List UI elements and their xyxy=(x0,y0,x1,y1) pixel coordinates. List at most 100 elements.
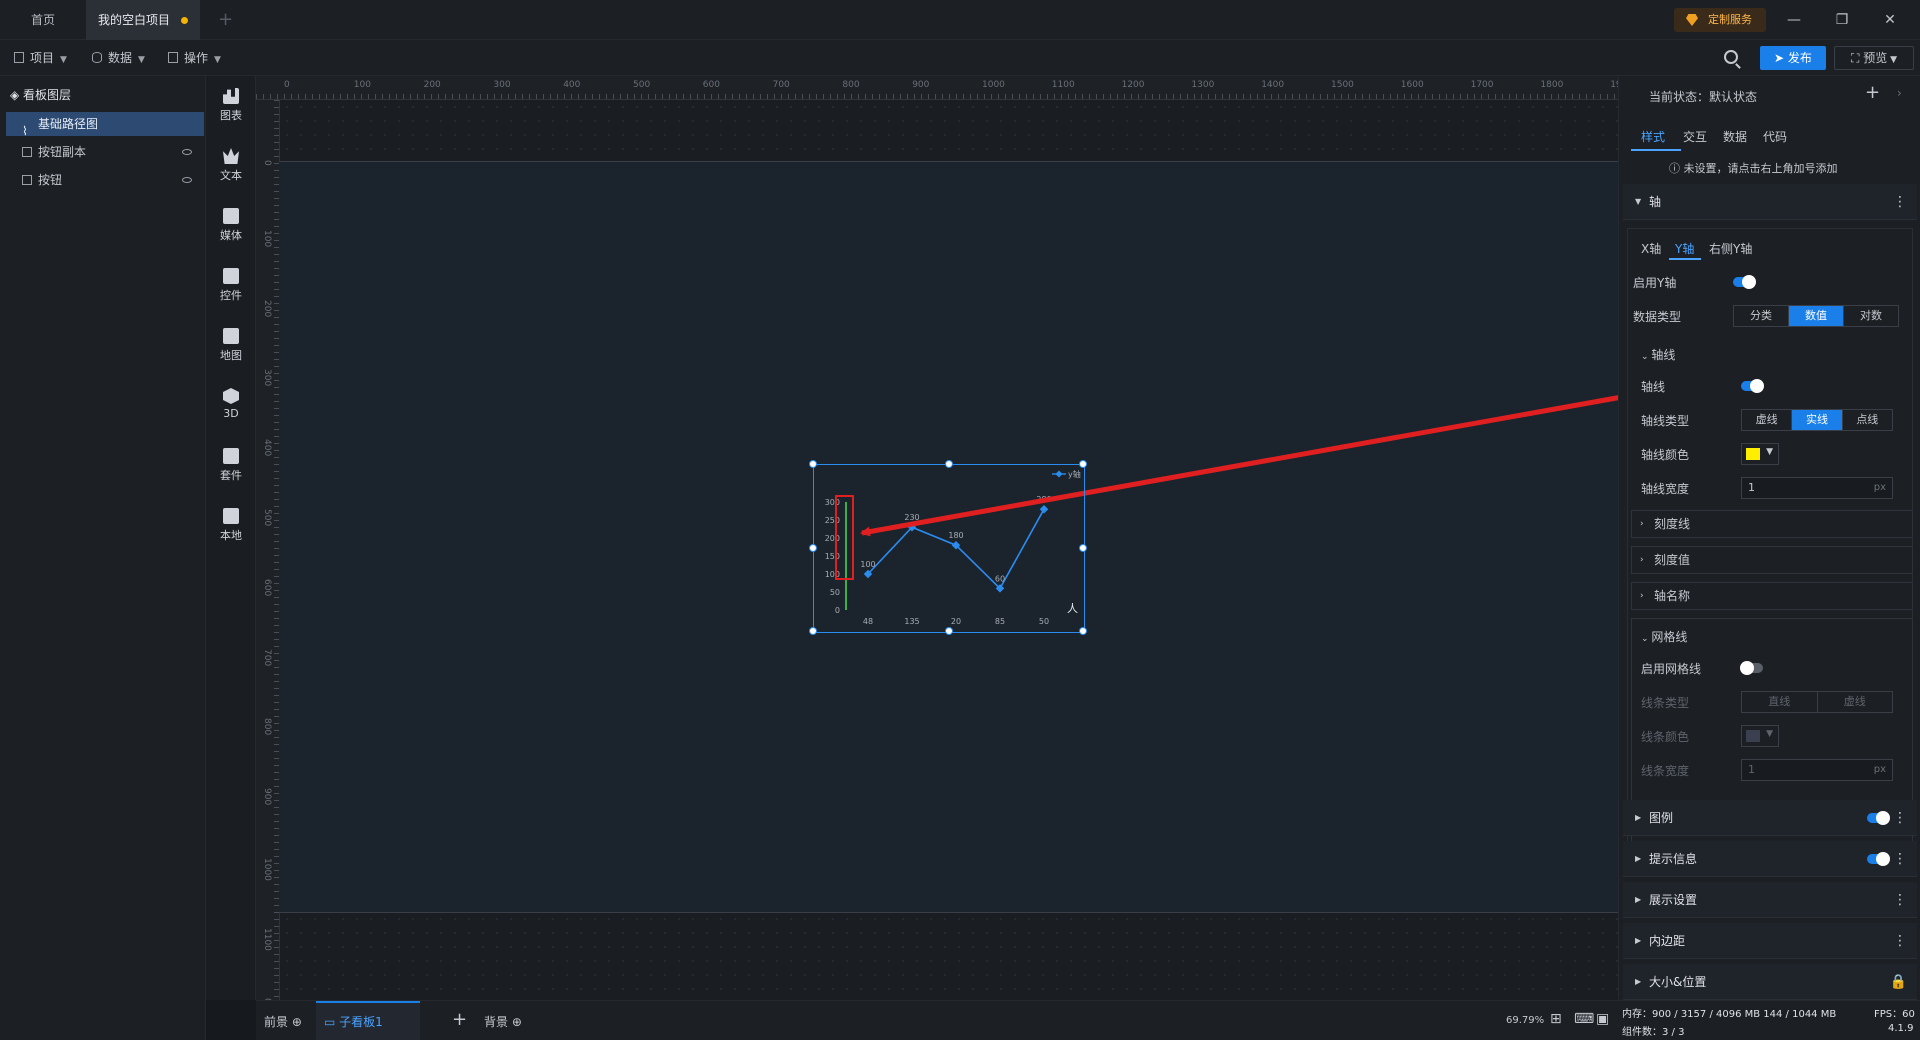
more-icon[interactable]: ⋮ xyxy=(1893,923,1907,959)
axis-tab-right-y[interactable]: 右侧Y轴 xyxy=(1709,240,1752,257)
caret-right-icon: ▶ xyxy=(1635,854,1642,863)
tab-underline xyxy=(1631,149,1681,151)
terminal-icon[interactable]: ▣ xyxy=(1596,1011,1609,1027)
caret-down-icon: ⌄ xyxy=(1641,634,1652,644)
monitor-icon: ▭ xyxy=(324,1015,340,1029)
tab-data[interactable]: 数据 xyxy=(1723,128,1747,145)
grid-line-type-option[interactable]: 直线 xyxy=(1742,692,1818,712)
resize-handle[interactable] xyxy=(809,627,817,635)
section-tick-value[interactable]: › 刻度值 xyxy=(1631,546,1913,574)
axisline-color-picker[interactable]: ▼ xyxy=(1741,443,1779,465)
add-circle-icon[interactable]: ⊕ xyxy=(508,1015,522,1029)
bottom-bar: 前景 ⊕ ▭ 子看板1 + 背景 ⊕ 69.79% ⊞ ⌨ ▣ xyxy=(256,1000,1618,1040)
caret-down-icon: ▼ xyxy=(1766,729,1773,739)
data-type-select[interactable]: 分类 数值 对数 xyxy=(1733,305,1899,327)
section-label: 图例 xyxy=(1649,811,1674,825)
caret-down-icon: ▼ xyxy=(1766,447,1773,457)
axisline-section[interactable]: ⌄ 轴线 xyxy=(1641,346,1675,363)
line-type-option[interactable]: 虚线 xyxy=(1742,410,1793,430)
caret-right-icon: › xyxy=(1640,519,1644,529)
enable-grid-label: 启用网格线 xyxy=(1641,662,1702,676)
unit-label: px xyxy=(1873,764,1886,775)
axisline-toggle[interactable] xyxy=(1741,379,1764,393)
axisline-type-select[interactable]: 虚线 实线 点线 xyxy=(1741,409,1893,431)
section-legend[interactable]: ▶ 图例 ⋮ xyxy=(1623,800,1917,836)
more-icon[interactable]: ⋮ xyxy=(1893,882,1907,918)
tab-style[interactable]: 样式 xyxy=(1641,128,1665,145)
caret-right-icon: › xyxy=(1640,591,1644,601)
resize-handle[interactable] xyxy=(1079,544,1087,552)
foreground-tab[interactable]: 前景 ⊕ xyxy=(264,1013,302,1030)
y-axis-highlight-box xyxy=(835,495,854,580)
lock-icon[interactable]: 🔒 xyxy=(1890,964,1907,1000)
section-tick-line[interactable]: › 刻度线 xyxy=(1631,510,1913,538)
grid-line-width-input[interactable]: 1 px xyxy=(1741,759,1893,781)
more-icon[interactable]: ⋮ xyxy=(1893,184,1907,220)
grid-section[interactable]: ⌄ 网格线 xyxy=(1641,628,1687,645)
zoom-level[interactable]: 69.79% xyxy=(1506,1015,1544,1026)
axisline-color-label: 轴线颜色 xyxy=(1641,448,1690,462)
caret-right-icon: ▶ xyxy=(1635,895,1642,904)
grid-line-color-label: 线条颜色 xyxy=(1641,730,1690,744)
add-circle-icon[interactable]: ⊕ xyxy=(288,1015,302,1029)
tooltip-toggle[interactable] xyxy=(1867,852,1890,866)
section-padding[interactable]: ▶ 内边距 ⋮ xyxy=(1623,923,1917,959)
line-type-option[interactable]: 实线 xyxy=(1792,410,1843,430)
chevron-right-icon[interactable]: › xyxy=(1897,86,1902,100)
add-board-icon[interactable]: + xyxy=(452,1009,467,1030)
background-label: 背景 xyxy=(484,1015,509,1029)
enable-y-toggle[interactable] xyxy=(1733,275,1756,289)
caret-down-icon: ▼ xyxy=(1635,197,1642,206)
axisline-type-label: 轴线类型 xyxy=(1641,414,1690,428)
background-tab[interactable]: 背景 ⊕ xyxy=(484,1013,522,1030)
axis-tab-underline xyxy=(1669,258,1701,260)
enable-grid-toggle[interactable] xyxy=(1740,661,1763,675)
fit-screen-icon[interactable]: ⊞ xyxy=(1550,1011,1562,1027)
more-icon[interactable]: ⋮ xyxy=(1893,841,1907,877)
caret-down-icon: ⌄ xyxy=(1641,352,1652,362)
axis-tab-x[interactable]: X轴 xyxy=(1641,240,1661,257)
section-axis-name[interactable]: › 轴名称 xyxy=(1631,582,1913,610)
resize-handle[interactable] xyxy=(945,460,953,468)
line-type-option[interactable]: 点线 xyxy=(1843,410,1892,430)
caret-right-icon: ▶ xyxy=(1635,936,1642,945)
properties-panel: 当前状态：默认状态 + › 样式 交互 数据 代码 ⓘ 未设置，请点击右上角加号… xyxy=(1618,76,1920,1000)
section-size-position[interactable]: ▶ 大小&位置 🔒 xyxy=(1623,964,1917,1000)
section-axis[interactable]: ▼ 轴 ⋮ xyxy=(1623,184,1917,220)
grid-line-color-picker[interactable]: ▼ xyxy=(1741,725,1779,747)
color-swatch xyxy=(1746,448,1760,460)
section-tooltip[interactable]: ▶ 提示信息 ⋮ xyxy=(1623,841,1917,877)
section-display[interactable]: ▶ 展示设置 ⋮ xyxy=(1623,882,1917,918)
grid-line-type-option[interactable]: 虚线 xyxy=(1818,692,1893,712)
tab-interaction[interactable]: 交互 xyxy=(1683,128,1707,145)
resize-handle[interactable] xyxy=(809,544,817,552)
grid-line-width-value: 1 xyxy=(1748,763,1755,776)
data-type-option[interactable]: 分类 xyxy=(1734,306,1789,326)
keyboard-icon[interactable]: ⌨ xyxy=(1574,1011,1594,1027)
section-label: 大小&位置 xyxy=(1649,975,1707,989)
axisline-section-label: 轴线 xyxy=(1651,348,1676,362)
component-count: 组件数：3 / 3 xyxy=(1622,1027,1685,1038)
color-swatch xyxy=(1746,730,1760,742)
section-label: 内边距 xyxy=(1649,934,1686,948)
section-label: 刻度线 xyxy=(1654,517,1691,531)
sub-board-text: 子看板1 xyxy=(339,1015,383,1029)
add-state-icon[interactable]: + xyxy=(1865,82,1880,103)
axisline-width-value: 1 xyxy=(1748,481,1755,494)
resize-handle[interactable] xyxy=(945,627,953,635)
section-label: 展示设置 xyxy=(1649,893,1698,907)
resize-handle[interactable] xyxy=(1079,627,1087,635)
axisline-width-input[interactable]: 1 px xyxy=(1741,477,1893,499)
axis-tab-y[interactable]: Y轴 xyxy=(1675,240,1694,257)
more-icon[interactable]: ⋮ xyxy=(1893,800,1907,836)
tab-code[interactable]: 代码 xyxy=(1763,128,1787,145)
data-type-option[interactable]: 对数 xyxy=(1844,306,1898,326)
resize-handle[interactable] xyxy=(809,460,817,468)
grid-line-type-select[interactable]: 直线 虚线 xyxy=(1741,691,1893,713)
grid-line-width-label: 线条宽度 xyxy=(1641,764,1690,778)
foreground-label: 前景 xyxy=(264,1015,289,1029)
section-label: 提示信息 xyxy=(1649,852,1698,866)
data-type-option[interactable]: 数值 xyxy=(1789,306,1844,326)
legend-toggle[interactable] xyxy=(1867,811,1890,825)
resize-handle[interactable] xyxy=(1079,460,1087,468)
